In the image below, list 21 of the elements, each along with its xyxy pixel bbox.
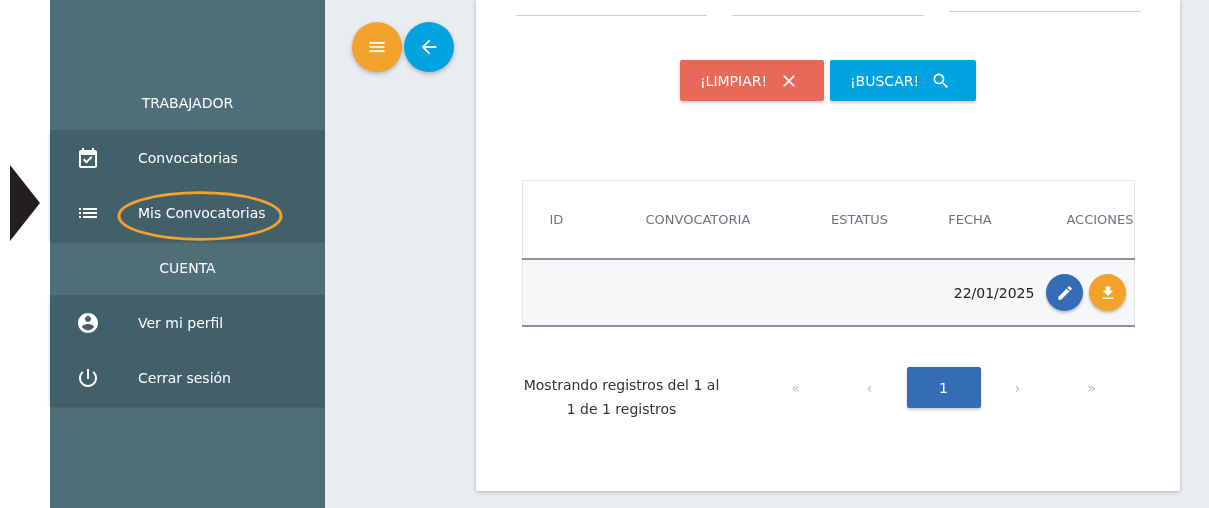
pencil-icon bbox=[1055, 283, 1074, 302]
page-button[interactable]: » bbox=[1054, 367, 1129, 408]
section-title: CUENTA bbox=[158, 258, 217, 278]
sidebar-item[interactable]: Cerrar sesión bbox=[138, 369, 231, 386]
menu-button[interactable] bbox=[352, 22, 402, 72]
page-button[interactable]: « bbox=[758, 367, 833, 408]
sidebar-item[interactable]: Ver mi perfil bbox=[138, 314, 224, 331]
download-button[interactable] bbox=[1089, 274, 1127, 311]
user-icon bbox=[76, 310, 100, 335]
clear-button[interactable]: ¡LIMPIAR! bbox=[680, 60, 824, 101]
sidebar-item[interactable]: Convocatorias bbox=[138, 149, 238, 166]
edit-button[interactable] bbox=[1046, 274, 1084, 311]
search-button[interactable]: ¡BUSCAR! bbox=[830, 60, 976, 101]
page-button[interactable]: › bbox=[980, 367, 1055, 408]
records-summary: Mostrando registros del 1 al 1 de 1 registros bbox=[522, 376, 721, 419]
page-button[interactable]: 1 bbox=[906, 367, 981, 408]
table-cell: 22/01/2025 bbox=[928, 259, 1047, 326]
page-button[interactable]: ‹ bbox=[832, 367, 907, 408]
calendar-check-icon bbox=[76, 145, 100, 170]
back-button[interactable] bbox=[404, 22, 454, 72]
section-title: TRABAJADOR bbox=[140, 93, 235, 113]
